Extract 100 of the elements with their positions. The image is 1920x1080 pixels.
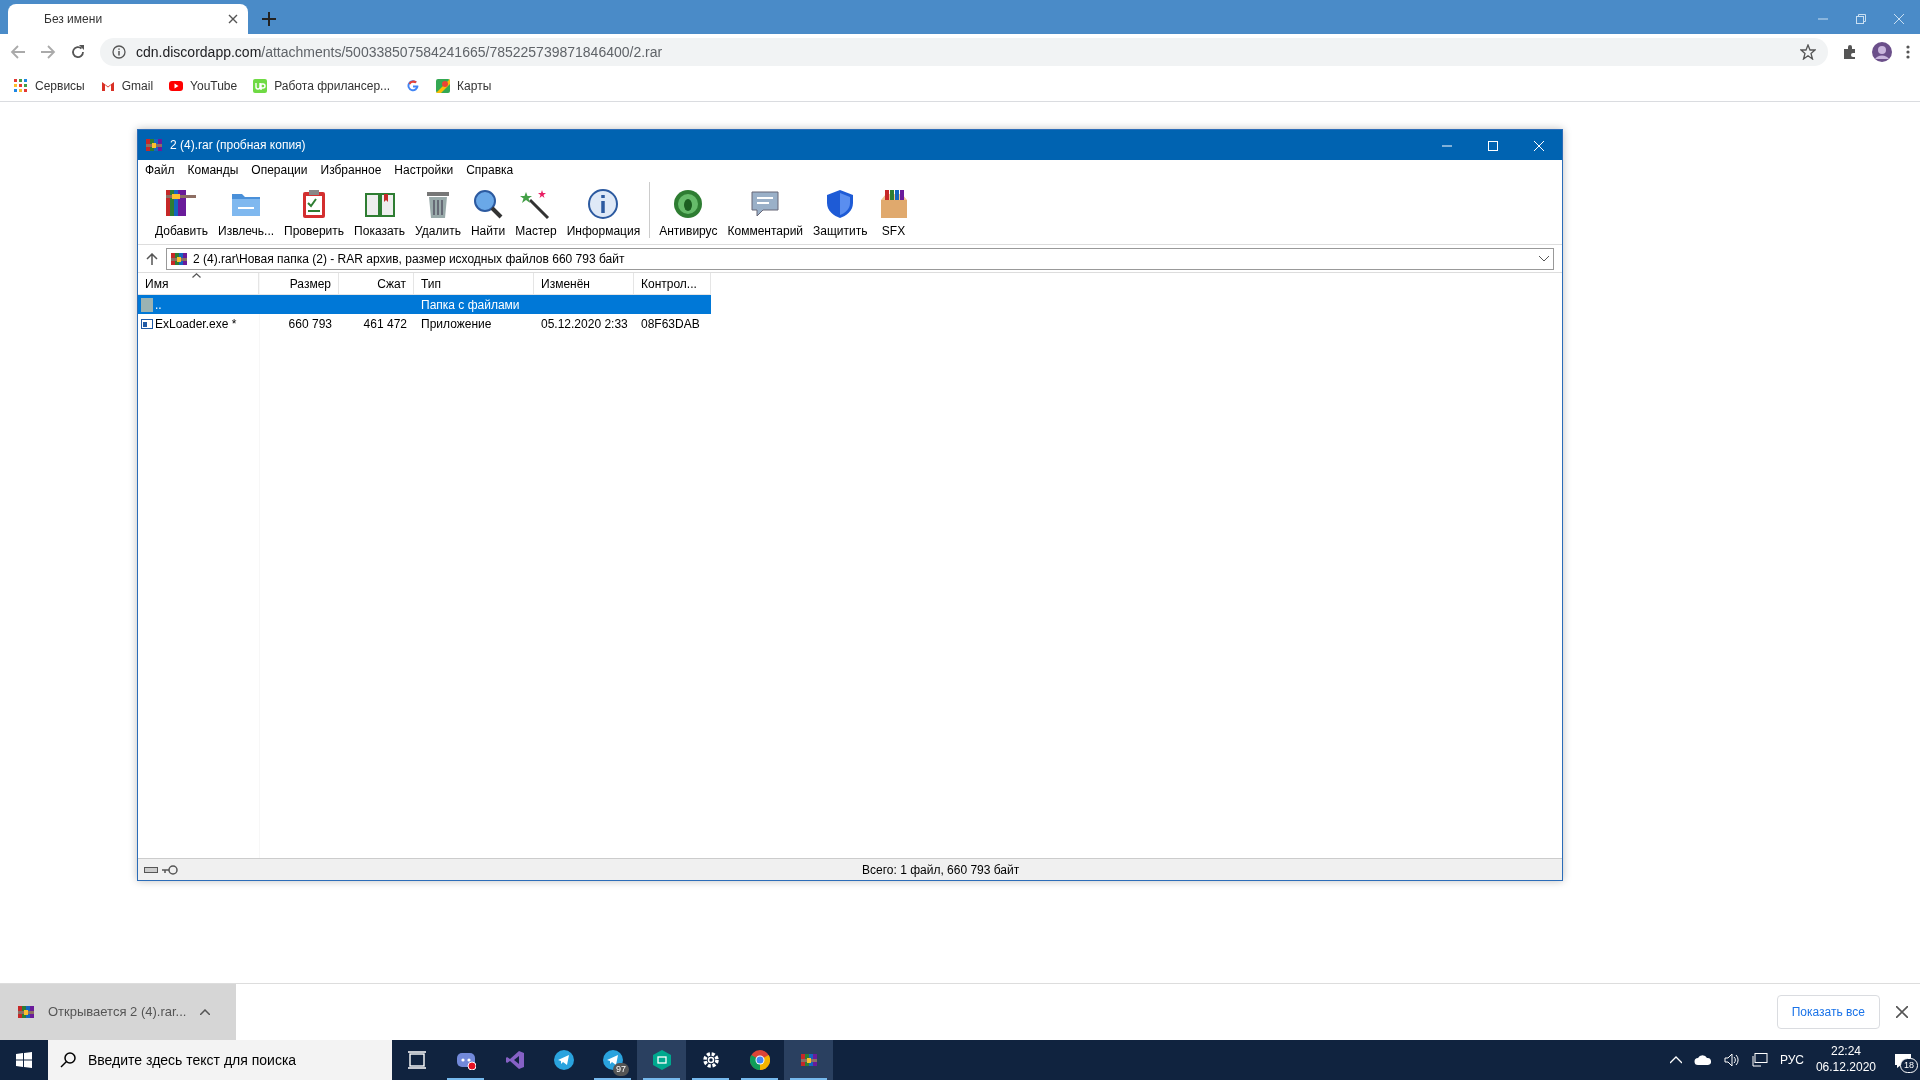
archive-icon — [146, 137, 162, 153]
archive-books-icon — [800, 1052, 817, 1068]
map-pin-icon — [436, 78, 451, 93]
toolbar-button[interactable]: Мастер — [510, 188, 562, 240]
puzzle-icon[interactable] — [1842, 44, 1858, 60]
search-icon — [472, 188, 505, 220]
settings-icon — [700, 1050, 721, 1070]
table-cell-text: 08F63DAB — [641, 315, 700, 333]
bookmark-link[interactable]: Gmail — [100, 76, 154, 95]
column-header[interactable]: Имя — [138, 272, 259, 295]
toolbar-button[interactable]: Добавить — [150, 188, 214, 240]
close-icon[interactable] — [228, 14, 238, 24]
bookmark-link[interactable]: YouTube — [169, 76, 238, 95]
file-row[interactable]: .. Папка с файлами — [138, 295, 711, 314]
table-cell-text: Папка с файлами — [421, 296, 520, 314]
more-icon[interactable] — [1906, 44, 1910, 60]
restore-icon[interactable] — [1856, 14, 1866, 24]
table-cell-text: Приложение — [421, 315, 492, 333]
network-monitor-icon[interactable] — [1751, 1053, 1768, 1067]
avatar-icon[interactable] — [1872, 42, 1892, 62]
search-placeholder: Введите здесь текст для поиска — [88, 1050, 297, 1070]
sort-caret-icon — [192, 272, 201, 278]
window-icon — [141, 318, 153, 329]
bookmark-link[interactable]: Работа фрилансер... — [253, 76, 391, 95]
download-item[interactable]: Открывается 2 (4).rar... — [0, 984, 236, 1040]
g-logo-icon — [406, 78, 421, 93]
status-text: Всего: 1 файл, 660 793 байт — [862, 861, 1020, 879]
ribbon-icon — [504, 1050, 525, 1070]
bookmark-link[interactable] — [406, 78, 421, 93]
drive-icon — [144, 865, 158, 874]
browser-tab[interactable]: Без имени — [8, 4, 248, 34]
taskbar-app[interactable] — [637, 1040, 686, 1080]
star-icon[interactable] — [1800, 44, 1816, 60]
toolbar-button[interactable]: Извлечь... — [213, 188, 280, 240]
toolbar-button[interactable]: Удалить — [410, 188, 466, 240]
bug-icon — [672, 188, 705, 220]
bookmark-link[interactable]: Сервисы — [14, 76, 85, 95]
close-icon[interactable] — [1896, 1006, 1908, 1018]
search-icon — [60, 1052, 76, 1068]
toolbar-button[interactable]: Антивирус — [654, 188, 723, 240]
toolbar-button[interactable]: Найти — [465, 188, 511, 240]
bookmark-label: Сервисы — [35, 77, 85, 95]
up-arrow-icon[interactable] — [146, 252, 158, 265]
menu-item[interactable]: Файл — [145, 161, 175, 179]
maximize-icon[interactable] — [1488, 140, 1498, 151]
path-field[interactable]: 2 (4).rar\Новая папка (2) - RAR архив, размер исходных файлов 660 793 байт — [166, 247, 1554, 270]
paper-plane-icon — [553, 1050, 574, 1070]
toolbar-button[interactable]: Проверить — [279, 188, 350, 240]
archive-icon — [18, 1004, 34, 1020]
table-cell-text: ExLoader.exe * — [155, 315, 237, 333]
new-tab-icon[interactable] — [262, 12, 276, 26]
show-all-button[interactable]: Показать все — [1776, 995, 1880, 1029]
apps-grid-icon — [14, 78, 28, 93]
taskbar-search-field[interactable]: Введите здесь текст для поиска — [48, 1040, 392, 1080]
path-text: 2 (4).rar\Новая папка (2) - RAR архив, размер исходных файлов 660 793 байт — [193, 250, 626, 268]
magic-wand-icon — [519, 188, 552, 220]
clock-date[interactable]: 06.12.2020 — [1815, 1060, 1876, 1076]
bookmark-label: Gmail — [121, 77, 154, 95]
task-view-icon — [406, 1050, 427, 1070]
toolbar-button[interactable]: Информация — [561, 188, 646, 240]
info-icon — [587, 188, 620, 220]
toolbar-button[interactable]: Комментарий — [722, 188, 809, 240]
speaker-icon[interactable] — [1723, 1053, 1740, 1067]
column-header[interactable]: Сжат — [339, 272, 414, 295]
reload-icon[interactable] — [70, 44, 86, 60]
cloud-icon[interactable] — [1693, 1054, 1712, 1066]
hexagon-icon — [651, 1050, 672, 1070]
windows-start-icon[interactable] — [16, 1052, 32, 1068]
archive-icon — [171, 250, 187, 267]
tab-title: Без имени — [44, 11, 103, 28]
column-header[interactable]: Размер — [259, 272, 339, 295]
play-icon — [169, 78, 184, 93]
bookmark-label: Карты — [457, 77, 492, 95]
table-cell-text: .. — [155, 296, 162, 314]
chrome-ball-icon — [749, 1050, 770, 1070]
toolbar-button[interactable]: SFX — [872, 188, 915, 240]
key-icon — [162, 864, 178, 875]
chevron-down-icon[interactable] — [1539, 255, 1549, 262]
toolbar-button[interactable]: Защитить — [808, 188, 873, 240]
menu-item[interactable]: Настройки — [394, 161, 454, 179]
menu-item[interactable]: Справка — [466, 161, 514, 179]
taskbar-app[interactable]: 97 — [588, 1040, 637, 1080]
clock-time[interactable]: 22:24 — [1815, 1044, 1876, 1060]
menu-item[interactable]: Избранное — [320, 161, 382, 179]
menu-item[interactable]: Команды — [187, 161, 239, 179]
info-icon — [112, 45, 126, 59]
download-label: Открывается 2 (4).rar... — [48, 1003, 187, 1022]
table-cell-text: 05.12.2020 2:33 — [541, 315, 628, 333]
bookmark-link[interactable]: Карты — [436, 76, 492, 95]
window-title: 2 (4).rar (пробная копия) — [170, 137, 306, 154]
language-indicator[interactable]: РУС — [1779, 1051, 1804, 1069]
column-header[interactable]: Изменён — [534, 272, 634, 295]
file-row[interactable]: ExLoader.exe * 660 793 461 472 Приложение 05.12.2020 2:33 08F63DAB — [138, 314, 711, 333]
menu-item[interactable]: Операции — [251, 161, 308, 179]
column-header[interactable]: Тип — [414, 272, 534, 295]
table-cell-text: 461 472 — [363, 315, 407, 333]
toolbar-button[interactable]: Показать — [349, 188, 411, 240]
bookmark-label: YouTube — [190, 77, 238, 95]
column-header[interactable]: Контрол... — [634, 272, 711, 295]
address-bar[interactable]: cdn.discordapp.com/attachments/500338507584241665/785225739871846400/2.rar — [100, 38, 1828, 66]
